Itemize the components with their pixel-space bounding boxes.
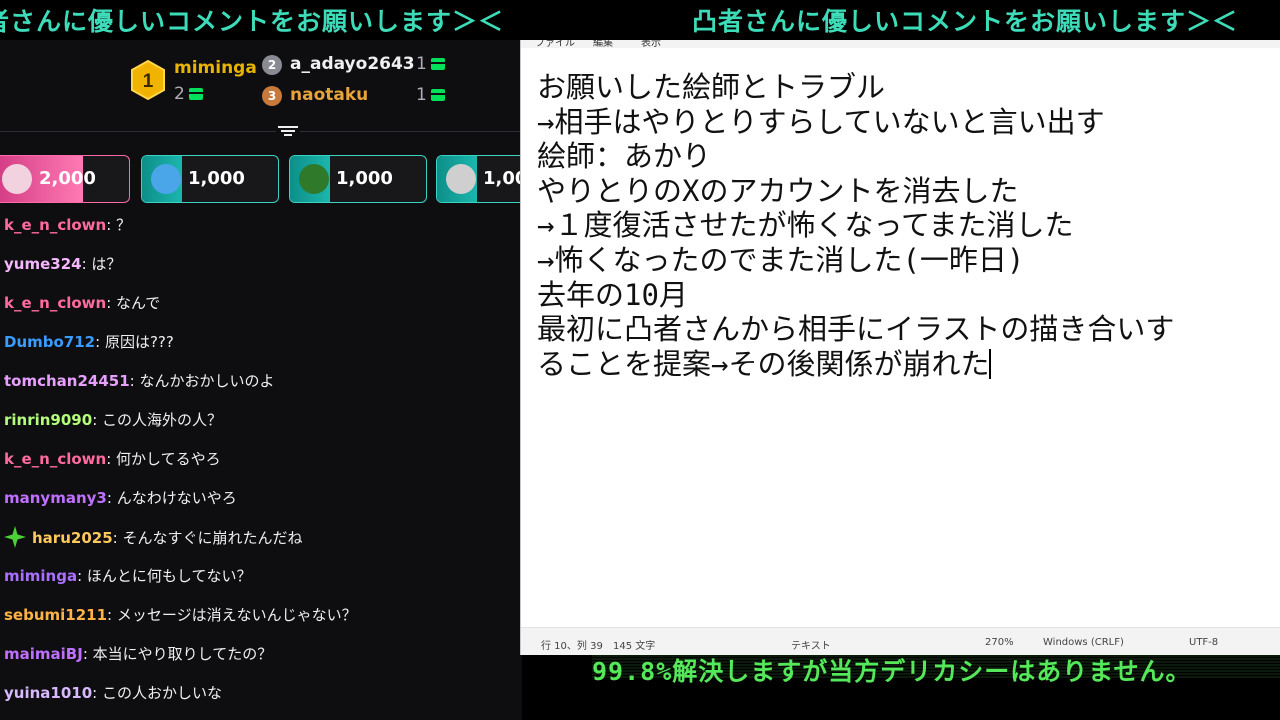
text-line: やりとりのXのアカウントを消去した: [537, 173, 1019, 208]
gift-leaderboard: 1 miminga 2 2 a_adayo2643 1 3 naotaku 1: [0, 40, 520, 130]
hype-tile[interactable]: 2,000: [0, 155, 130, 203]
chat-text: ？: [116, 216, 132, 234]
chat-text: そんなすぐに崩れたんだね: [122, 529, 303, 547]
chat-message: tomchan24451: なんかおかしいのよ: [4, 372, 275, 390]
hype-tile[interactable]: 1,000: [289, 155, 427, 203]
chat-message: miminga: ほんとに何もしてない？: [4, 567, 252, 585]
chat-panel: 1 miminga 2 2 a_adayo2643 1 3 naotaku 1 …: [0, 40, 522, 720]
avatar: [151, 164, 181, 194]
status-position: 行 10、列 39: [541, 641, 603, 652]
chat-username[interactable]: manymany3: [4, 489, 107, 507]
chat-username[interactable]: sebumi1211: [4, 606, 107, 624]
tile-amount: 1,000: [336, 168, 393, 189]
text-line: →相手はやりとりすらしていないと言い出す: [537, 104, 1105, 139]
chat-message: k_e_n_clown: なんで: [4, 294, 161, 312]
notepad-status-bar: 行 10、列 39 145 文字 テキスト 270% Windows (CRLF…: [521, 627, 1280, 655]
text-line: 去年の10月: [537, 277, 688, 312]
chat-message: yume324: は？: [4, 255, 122, 273]
status-line-endings: Windows (CRLF): [1043, 637, 1124, 648]
chat-message: k_e_n_clown: 何かしてるやろ: [4, 450, 221, 468]
hype-tile[interactable]: 1,000: [436, 155, 522, 203]
chat-username[interactable]: Dumbo712: [4, 333, 95, 351]
status-char-count: 145 文字: [613, 641, 656, 652]
sparkle-badge-icon: [4, 526, 26, 548]
avatar: [446, 164, 476, 194]
status-zoom[interactable]: 270%: [985, 637, 1014, 648]
notepad-text-area[interactable]: お願いした絵師とトラブル →相手はやりとりすらしていないと言い出す 絵師：あかり やり…: [537, 70, 1280, 381]
chat-username[interactable]: haru2025: [32, 529, 113, 547]
chat-text: 原因は???: [104, 333, 174, 351]
leader-3-count: 1: [416, 85, 445, 105]
top-ticker: 者さんに優しいコメントをお願いします＞＜ 凸者さんに優しいコメントをお願いします…: [0, 0, 1280, 40]
chat-text: メッセージは消えないんじゃない？: [116, 606, 357, 624]
text-line: ることを提案→その後関係が崩れた: [537, 346, 990, 381]
hype-tile[interactable]: 1,000: [141, 155, 279, 203]
chat-text: この人おかしいな: [101, 684, 222, 702]
bottom-ticker: 99.8%解決しますが当方デリカシーはありません。: [592, 655, 1280, 720]
chat-username[interactable]: miminga: [4, 567, 77, 585]
chat-text: ほんとに何もしてない？: [86, 567, 252, 585]
leader-3-name[interactable]: naotaku: [290, 85, 368, 105]
chat-message: sebumi1211: メッセージは消えないんじゃない？: [4, 606, 357, 624]
rank-1-badge-icon: 1: [131, 60, 165, 100]
chat-username[interactable]: tomchan24451: [4, 372, 130, 390]
status-encoding: UTF-8: [1189, 637, 1219, 648]
text-line: →怖くなったのでまた消した(一昨日): [537, 242, 1025, 277]
expand-leaderboard-icon[interactable]: [276, 124, 300, 140]
gift-icon: [188, 88, 203, 100]
chat-text: なんかおかしいのよ: [139, 372, 275, 390]
chat-message: k_e_n_clown: ？: [4, 216, 132, 234]
chat-username[interactable]: k_e_n_clown: [4, 216, 106, 234]
chat-message: haru2025: そんなすぐに崩れたんだね: [4, 526, 302, 548]
rank-2-badge-icon: 2: [262, 55, 282, 75]
svg-text:1: 1: [143, 71, 154, 92]
menu-file[interactable]: ファイル: [535, 40, 575, 48]
text-caret: [989, 348, 991, 379]
gift-icon: [430, 58, 445, 70]
tile-amount: 1,000: [483, 168, 522, 189]
notepad-menu-bar: ファイル 編集 表示: [521, 40, 1280, 48]
rank-3-badge-icon: 3: [262, 86, 282, 106]
text-line: 絵師：あかり: [537, 139, 712, 174]
chat-text: んなわけないやろ: [116, 489, 237, 507]
status-mode: テキスト: [791, 641, 831, 652]
chat-message: yuina1010: この人おかしいな: [4, 684, 222, 702]
chat-text: なんで: [116, 294, 161, 312]
avatar: [2, 164, 32, 194]
avatar: [299, 164, 329, 194]
ticker-text-right: 凸者さんに優しいコメントをお願いします＞＜: [692, 7, 1239, 36]
chat-message: Dumbo712: 原因は???: [4, 333, 174, 351]
notepad-window: ファイル 編集 表示 お願いした絵師とトラブル →相手はやりとりすらしていないと言…: [520, 40, 1280, 655]
chat-text: は？: [91, 255, 122, 273]
bottom-ticker-text: 99.8%解決しますが当方デリカシーはありません。: [592, 657, 1192, 686]
leader-2-count: 1: [416, 54, 445, 74]
chat-text: 本当にやり取りしてたの？: [92, 645, 273, 663]
chat-username[interactable]: rinrin9090: [4, 411, 92, 429]
ticker-text-left: 者さんに優しいコメントをお願いします＞＜: [0, 7, 505, 36]
leader-2-name[interactable]: a_adayo2643: [290, 54, 415, 74]
menu-edit[interactable]: 編集: [593, 40, 613, 48]
chat-message: manymany3: んなわけないやろ: [4, 489, 237, 507]
chat-text: この人海外の人？: [102, 411, 223, 429]
hype-tiles: 2,000 1,000 1,000 1,000: [0, 155, 522, 203]
tile-amount: 1,000: [188, 168, 245, 189]
chat-message: maimaiBJ: 本当にやり取りしてたの？: [4, 645, 273, 663]
chat-username[interactable]: k_e_n_clown: [4, 450, 106, 468]
chat-text: 何かしてるやろ: [116, 450, 221, 468]
chat-username[interactable]: yuina1010: [4, 684, 92, 702]
text-line: 最初に凸者さんから相手にイラストの描き合いす: [537, 312, 1175, 347]
text-line: お願いした絵師とトラブル: [537, 70, 886, 104]
chat-username[interactable]: maimaiBJ: [4, 645, 83, 663]
chat-username[interactable]: yume324: [4, 255, 82, 273]
chat-username[interactable]: k_e_n_clown: [4, 294, 106, 312]
leader-1-count: 2: [174, 84, 203, 104]
leader-1-name[interactable]: miminga: [174, 58, 257, 78]
menu-view[interactable]: 表示: [641, 40, 661, 48]
text-line: →１度復活させたが怖くなってまた消した: [537, 208, 1074, 243]
tile-amount: 2,000: [39, 168, 96, 189]
divider: [0, 131, 520, 132]
text-line-with-caret: ることを提案→その後関係が崩れた: [537, 347, 1280, 382]
gift-icon: [430, 89, 445, 101]
chat-message: rinrin9090: この人海外の人？: [4, 411, 223, 429]
